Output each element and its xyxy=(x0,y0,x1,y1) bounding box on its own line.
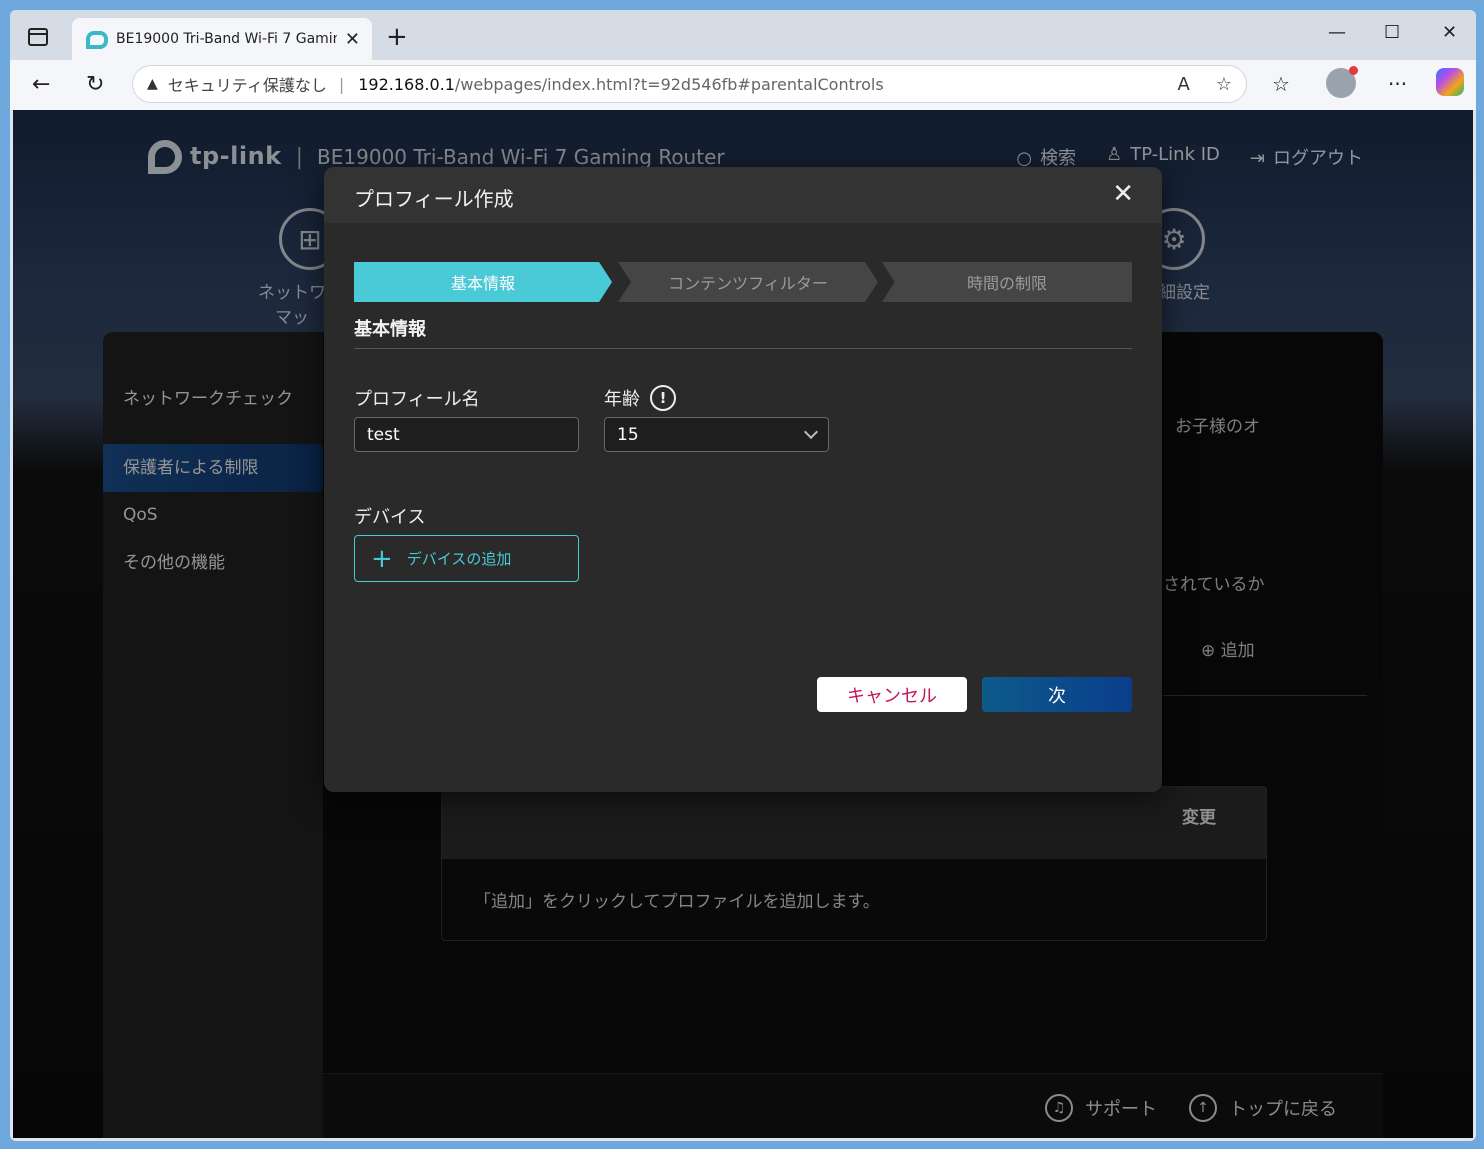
browser-tab[interactable]: BE19000 Tri-Band Wi-Fi 7 Gaming ✕ xyxy=(72,18,372,60)
more-menu-icon[interactable]: ··· xyxy=(1388,72,1407,96)
age-value: 15 xyxy=(617,424,639,445)
browser-window: BE19000 Tri-Band Wi-Fi 7 Gaming ✕ + — ☐ … xyxy=(10,10,1476,1141)
tab-close-icon[interactable]: ✕ xyxy=(345,29,360,50)
profile-avatar[interactable] xyxy=(1326,66,1358,98)
browser-toolbar: ← ↻ ▲ セキュリティ保護なし | 192.168.0.1 /webpages… xyxy=(10,60,1476,110)
address-separator: | xyxy=(338,74,345,94)
plus-icon: + xyxy=(371,543,393,574)
tab-actions-icon[interactable] xyxy=(28,28,48,46)
new-tab-button[interactable]: + xyxy=(386,24,408,50)
tab-title: BE19000 Tri-Band Wi-Fi 7 Gaming xyxy=(116,31,337,47)
create-profile-modal: プロフィール作成 ✕ 基本情報 コンテンツフィルター 時間の制限 基本情報 プロ… xyxy=(324,167,1162,792)
section-divider xyxy=(354,348,1132,349)
warning-icon: ▲ xyxy=(147,76,158,92)
device-label: デバイス xyxy=(354,507,426,528)
step-content-filter: コンテンツフィルター xyxy=(618,262,878,302)
minimize-button[interactable]: — xyxy=(1328,22,1346,43)
age-select[interactable]: 15 xyxy=(604,417,829,452)
refresh-icon[interactable]: ↻ xyxy=(86,72,104,97)
info-icon[interactable]: ! xyxy=(650,385,676,411)
close-icon[interactable]: ✕ xyxy=(1112,179,1134,209)
add-device-button[interactable]: + デバイスの追加 xyxy=(354,535,579,582)
url-host: 192.168.0.1 xyxy=(358,74,455,94)
profile-name-input[interactable] xyxy=(354,417,579,452)
security-label: セキュリティ保護なし xyxy=(167,76,327,95)
tplink-favicon-icon xyxy=(84,29,108,49)
url-path: /webpages/index.html?t=92d546fb#parental… xyxy=(454,74,884,94)
maximize-button[interactable]: ☐ xyxy=(1384,22,1400,43)
age-label: 年齢 xyxy=(604,389,640,410)
copilot-icon[interactable] xyxy=(1436,68,1464,96)
title-bar: BE19000 Tri-Band Wi-Fi 7 Gaming ✕ + — ☐ … xyxy=(10,10,1476,60)
address-bar[interactable]: ▲ セキュリティ保護なし | 192.168.0.1 /webpages/ind… xyxy=(132,65,1247,103)
modal-header: プロフィール作成 ✕ xyxy=(324,167,1162,223)
cancel-button[interactable]: キャンセル xyxy=(817,677,967,712)
section-title: 基本情報 xyxy=(354,319,426,340)
favorites-icon[interactable]: ☆ xyxy=(1272,72,1290,96)
router-page: tp-link | BE19000 Tri-Band Wi-Fi 7 Gamin… xyxy=(13,110,1473,1138)
chevron-down-icon xyxy=(803,424,819,439)
read-aloud-icon[interactable]: A xyxy=(1178,74,1190,95)
profile-name-label: プロフィール名 xyxy=(354,389,480,410)
step-time-limits: 時間の制限 xyxy=(882,262,1132,302)
modal-title: プロフィール作成 xyxy=(354,187,514,211)
next-button[interactable]: 次 xyxy=(982,677,1132,712)
back-icon[interactable]: ← xyxy=(32,72,50,97)
wizard-steps: 基本情報 コンテンツフィルター 時間の制限 xyxy=(354,262,1132,302)
favorite-star-icon[interactable]: ☆ xyxy=(1216,74,1232,95)
close-window-button[interactable]: ✕ xyxy=(1442,22,1457,43)
step-basic-info: 基本情報 xyxy=(354,262,612,302)
